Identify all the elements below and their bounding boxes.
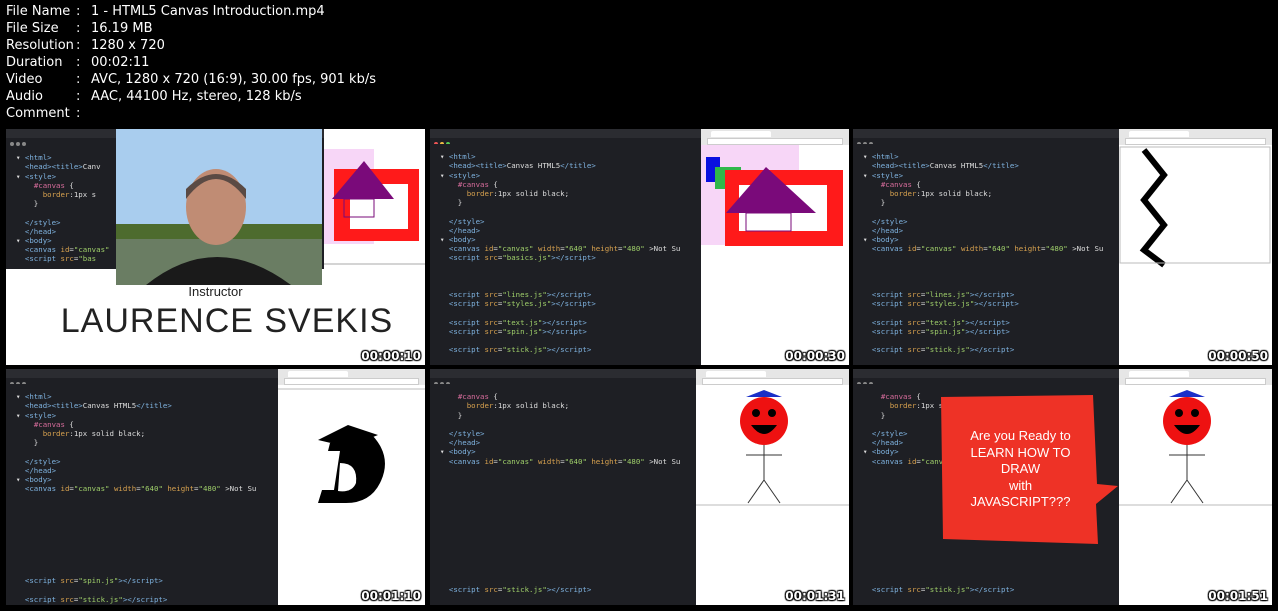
bubble-line: LEARN HOW TO bbox=[970, 444, 1071, 460]
info-value: 00:02:11 bbox=[91, 55, 150, 70]
timestamp: 00:01:10 bbox=[361, 589, 421, 603]
canvas-drawing bbox=[1119, 390, 1272, 506]
info-value: AVC, 1280 x 720 (16:9), 30.00 fps, 901 k… bbox=[91, 72, 376, 87]
editor-screenshot: #canvas { border:1px solid black; } </st… bbox=[430, 384, 695, 605]
bubble-line: with bbox=[1008, 477, 1033, 493]
video-thumbnail[interactable]: #canvas { border:1px solid black; } </st… bbox=[430, 369, 849, 605]
info-key: File Name bbox=[6, 4, 71, 19]
info-value: 1280 x 720 bbox=[91, 38, 165, 53]
info-row-resolution: Resolution:1280 x 720 bbox=[6, 38, 165, 53]
timestamp: 00:00:10 bbox=[361, 349, 421, 363]
editor-screenshot: ▾ <html> <head><title>Canvas HTML5</titl… bbox=[6, 384, 271, 605]
info-value: 16.19 MB bbox=[91, 21, 153, 36]
browser-preview bbox=[701, 129, 849, 365]
info-key: Audio bbox=[6, 89, 43, 104]
code-text: ▾ <html> <head><title>Canvas HTML5</titl… bbox=[863, 152, 1104, 355]
video-thumbnail[interactable]: ▾ <html> <head><title>Canvas HTML5</titl… bbox=[430, 129, 849, 365]
info-key: Resolution bbox=[6, 38, 74, 53]
video-thumbnail[interactable]: ▾ <html> <head><title>Canvas HTML5</titl… bbox=[6, 369, 425, 605]
info-value: 1 - HTML5 Canvas Introduction.mp4 bbox=[91, 4, 325, 19]
info-row-audio: Audio: AAC, 44100 Hz, stereo, 128 kb/s bbox=[6, 89, 302, 104]
code-text: ▾ <html> <head><title>Canvas HTML5</titl… bbox=[440, 152, 681, 355]
info-row-file-size: File Size:16.19 MB bbox=[6, 21, 153, 36]
canvas-drawing bbox=[278, 388, 425, 503]
video-thumbnail[interactable]: ▾ <html> <head><title>Canvas HTML5</titl… bbox=[853, 129, 1272, 365]
timestamp: 00:00:30 bbox=[785, 349, 845, 363]
info-key: Comment bbox=[6, 106, 70, 121]
canvas-drawing bbox=[324, 149, 425, 265]
instructor-caption: Instructor bbox=[188, 284, 243, 299]
info-key: Video bbox=[6, 72, 43, 87]
canvas-drawing bbox=[701, 145, 843, 246]
code-text: ▾ <html> <head><title>Canv ▾ <style> #ca… bbox=[16, 153, 110, 264]
file-info-panel: File Name:1 - HTML5 Canvas Introduction.… bbox=[6, 3, 376, 122]
editor-screenshot: ▾ <html> <head><title>Canvas HTML5</titl… bbox=[853, 144, 1118, 365]
browser-preview bbox=[1119, 369, 1272, 605]
info-value: AAC, 44100 Hz, stereo, 128 kb/s bbox=[91, 89, 302, 104]
browser-preview bbox=[1119, 129, 1272, 365]
editor-screenshot: ▾ <html> <head><title>Canvas HTML5</titl… bbox=[430, 144, 695, 365]
speech-bubble-text: Are you Ready to LEARN HOW TO DRAW with … bbox=[943, 428, 1098, 511]
timestamp: 00:00:50 bbox=[1208, 349, 1268, 363]
instructor-name: LAURENCE SVEKIS bbox=[60, 302, 394, 340]
bubble-line: DRAW bbox=[1000, 461, 1041, 476]
canvas-drawing bbox=[696, 390, 849, 506]
info-row-comment: Comment: bbox=[6, 106, 81, 121]
info-row-file-name: File Name:1 - HTML5 Canvas Introduction.… bbox=[6, 4, 325, 19]
browser-preview bbox=[696, 369, 849, 605]
info-row-video: Video: AVC, 1280 x 720 (16:9), 30.00 fps,… bbox=[6, 72, 376, 87]
browser-preview bbox=[324, 129, 425, 269]
timestamp: 00:01:51 bbox=[1208, 589, 1268, 603]
info-key: Duration bbox=[6, 55, 63, 70]
info-row-duration: Duration:00:02:11 bbox=[6, 55, 150, 70]
bubble-line: Are you Ready to bbox=[970, 428, 1071, 443]
code-text: #canvas { border:1px solid black; } </st… bbox=[440, 392, 681, 605]
instructor-photo bbox=[116, 129, 322, 285]
info-key: File Size bbox=[6, 21, 59, 36]
video-thumbnail[interactable]: #canvas { border:1px solid black; } </st… bbox=[853, 369, 1272, 605]
canvas-drawing bbox=[1119, 146, 1271, 268]
code-text: ▾ <html> <head><title>Canvas HTML5</titl… bbox=[16, 392, 257, 604]
browser-preview bbox=[278, 369, 425, 605]
timestamp: 00:01:31 bbox=[785, 589, 845, 603]
video-thumbnail[interactable]: ▾ <html> <head><title>Canv ▾ <style> #ca… bbox=[6, 129, 425, 365]
bubble-line: JAVASCRIPT??? bbox=[970, 494, 1071, 509]
